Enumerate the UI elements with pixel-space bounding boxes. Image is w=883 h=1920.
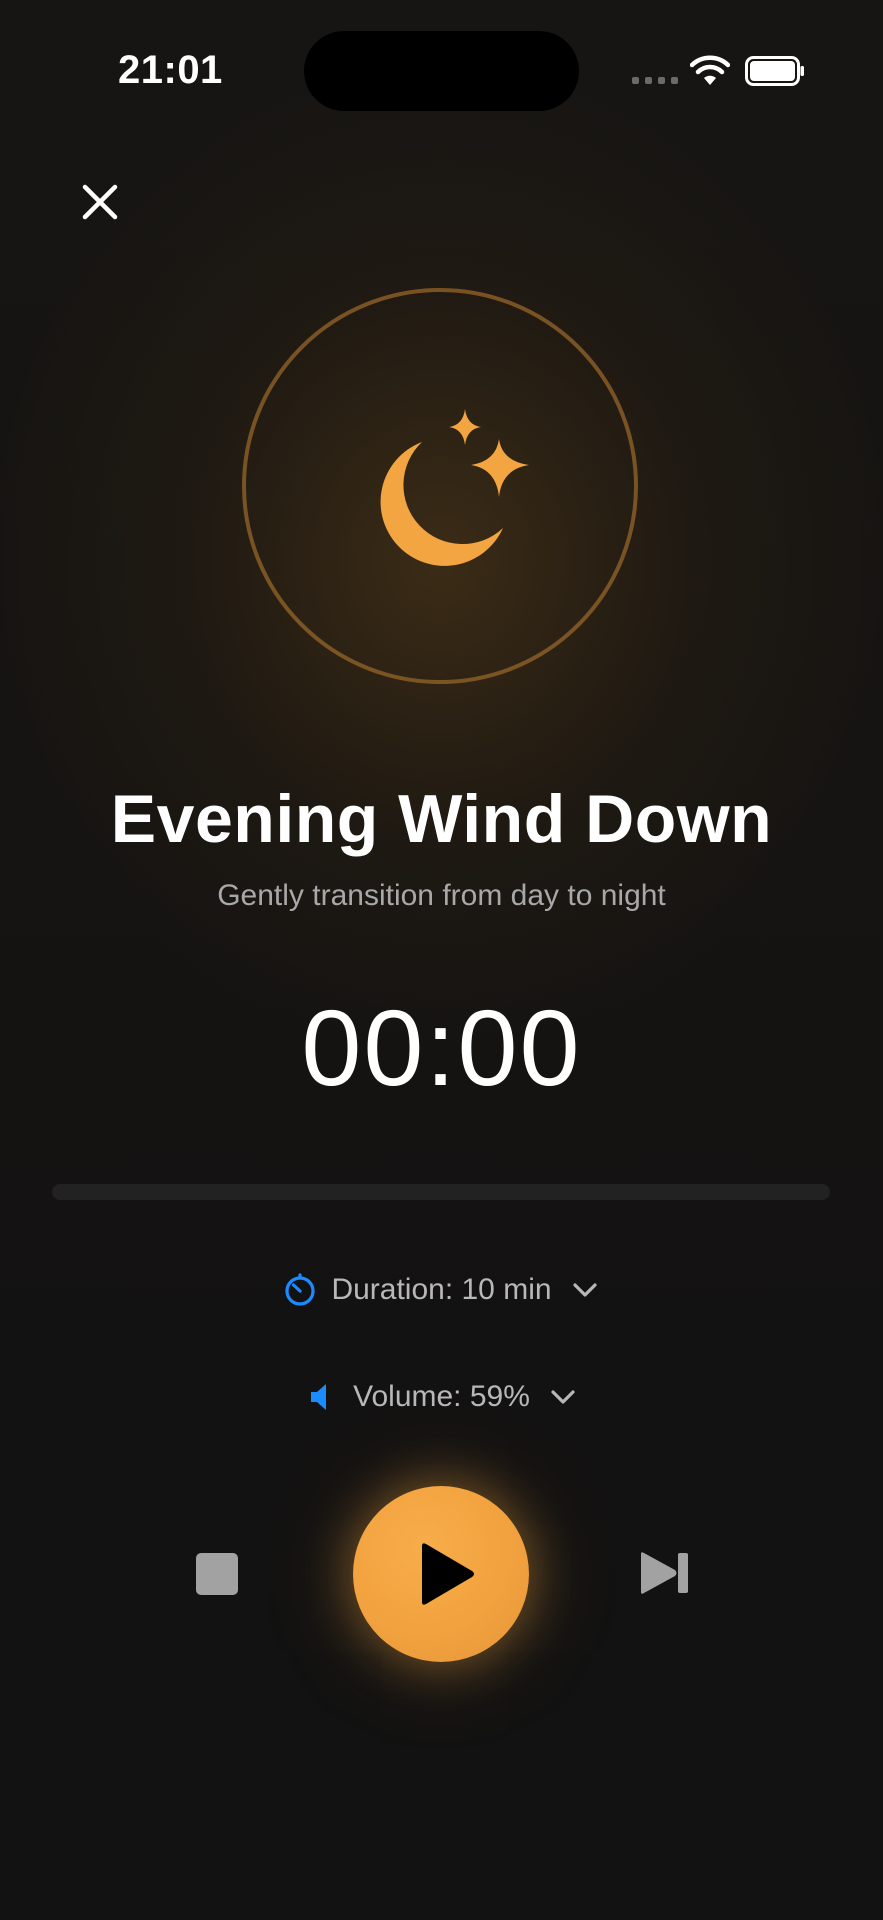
status-time: 21:01	[118, 48, 223, 92]
duration-selector[interactable]: Duration: 10 min	[0, 1270, 883, 1310]
play-button[interactable]	[353, 1486, 529, 1662]
speaker-icon	[311, 1384, 327, 1410]
moon-stars-icon	[380, 409, 529, 566]
close-button[interactable]	[74, 176, 126, 228]
close-icon	[82, 184, 118, 220]
volume-selector[interactable]: Volume: 59%	[0, 1377, 883, 1417]
wifi-icon	[690, 55, 730, 85]
timer-icon	[285, 1273, 316, 1306]
session-subtitle: Gently transition from day to night	[217, 879, 666, 912]
skip-forward-button[interactable]	[639, 1550, 691, 1596]
battery-icon	[745, 56, 804, 86]
stop-button[interactable]	[196, 1553, 238, 1595]
skip-forward-icon	[641, 1552, 688, 1594]
session-title: Evening Wind Down	[110, 781, 773, 857]
chevron-down-icon	[551, 1390, 575, 1404]
timer-display: 00:00	[301, 987, 582, 1108]
volume-label: Volume: 59%	[353, 1380, 530, 1413]
play-icon	[422, 1543, 474, 1605]
cellular-signal-icon	[632, 77, 678, 84]
chevron-down-icon	[572, 1283, 597, 1297]
dynamic-island	[304, 31, 579, 111]
progress-bar[interactable]	[52, 1184, 830, 1200]
duration-label: Duration: 10 min	[331, 1273, 552, 1306]
player-screen: 21:01 Evening Wind Down Gently transitio…	[0, 0, 883, 1920]
